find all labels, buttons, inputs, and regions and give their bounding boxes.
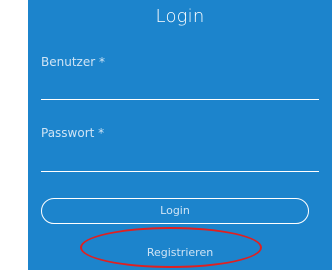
username-label: Benutzer * — [41, 55, 105, 69]
password-label: Passwort * — [41, 126, 105, 140]
register-link[interactable]: Registrieren — [28, 246, 332, 259]
password-input[interactable] — [41, 151, 319, 172]
login-title: Login — [155, 6, 205, 27]
username-input[interactable] — [41, 79, 319, 100]
login-panel: Login Benutzer * Passwort * Login Regist… — [28, 0, 332, 270]
login-button[interactable]: Login — [41, 198, 309, 224]
